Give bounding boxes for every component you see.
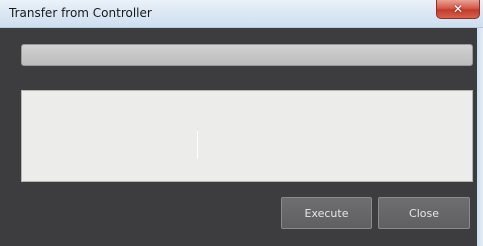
window-close-button[interactable]: ✕: [436, 0, 480, 19]
close-icon: ✕: [452, 2, 464, 16]
window-frame-right: [477, 28, 483, 246]
close-button[interactable]: Close: [378, 197, 470, 229]
transfer-log-area[interactable]: [21, 90, 473, 182]
window-title: Transfer from Controller: [9, 6, 152, 20]
execute-button[interactable]: Execute: [281, 197, 372, 229]
title-bar[interactable]: Transfer from Controller ✕: [0, 0, 483, 28]
text-caret: [197, 131, 198, 159]
transfer-progress-bar: [21, 44, 473, 66]
transfer-dialog: Transfer from Controller ✕ Execute Close: [0, 0, 483, 246]
dialog-body: Execute Close: [0, 28, 477, 246]
